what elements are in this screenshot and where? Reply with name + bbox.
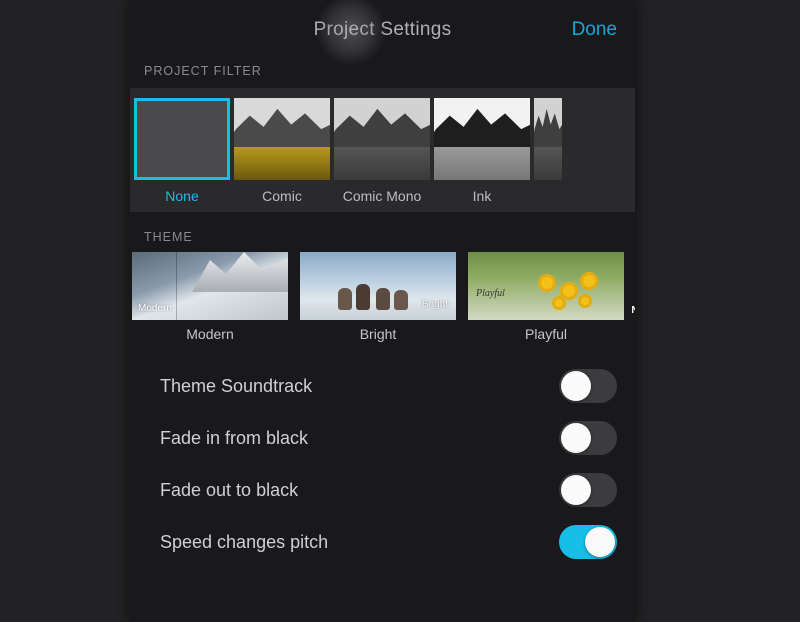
- toggle-row-theme-soundtrack: Theme Soundtrack: [160, 360, 617, 412]
- filter-thumb-comic-mono: [334, 98, 430, 180]
- switch-fade-in[interactable]: [559, 421, 617, 455]
- switch-speed-pitch[interactable]: [559, 525, 617, 559]
- toggle-label: Speed changes pitch: [160, 532, 328, 553]
- filter-item-comic-mono[interactable]: Comic Mono: [334, 98, 430, 204]
- filter-label: Ink: [473, 188, 492, 204]
- theme-label-text: Playful: [525, 326, 567, 342]
- theme-label: THEME: [130, 212, 635, 252]
- filter-item-ink[interactable]: Ink: [434, 98, 530, 204]
- theme-inlabel: Bright: [422, 299, 448, 310]
- filter-item-comic[interactable]: Comic: [234, 98, 330, 204]
- theme-thumb-bright: Bright: [300, 252, 456, 320]
- toggle-row-speed-pitch: Speed changes pitch: [160, 516, 617, 568]
- toggle-label: Fade out to black: [160, 480, 298, 501]
- theme-thumb-playful: Playful: [468, 252, 624, 320]
- filter-label: Comic: [262, 188, 302, 204]
- toggle-label: Theme Soundtrack: [160, 376, 312, 397]
- page-title: Project Settings: [314, 19, 452, 41]
- switch-fade-out[interactable]: [559, 473, 617, 507]
- filter-thumb-comic: [234, 98, 330, 180]
- theme-item-playful[interactable]: Playful Playful: [468, 252, 624, 342]
- filter-label: Comic Mono: [343, 188, 422, 204]
- theme-label-text: Bright: [360, 326, 397, 342]
- toggle-list: Theme Soundtrack Fade in from black Fade…: [130, 342, 635, 568]
- theme-item-bright[interactable]: Bright Bright: [300, 252, 456, 342]
- filter-item-none[interactable]: None: [134, 98, 230, 204]
- filter-item-overflow[interactable]: [534, 98, 562, 180]
- filter-thumb-none: [134, 98, 230, 180]
- settings-panel: Project Settings Done PROJECT FILTER Non…: [130, 0, 635, 622]
- toggle-row-fade-in: Fade in from black: [160, 412, 617, 464]
- theme-label-text: Modern: [186, 326, 233, 342]
- theme-inlabel: Modern: [138, 303, 172, 314]
- themes-row[interactable]: Modern Modern Bright Bright Playful P: [130, 252, 635, 342]
- filter-label: None: [165, 188, 198, 204]
- switch-theme-soundtrack[interactable]: [559, 369, 617, 403]
- filter-thumb-ink: [434, 98, 530, 180]
- filter-strip[interactable]: None Comic Comic Mono: [130, 88, 635, 212]
- toggle-row-fade-out: Fade out to black: [160, 464, 617, 516]
- theme-thumb-modern: Modern: [132, 252, 288, 320]
- toggle-label: Fade in from black: [160, 428, 308, 449]
- theme-item-modern[interactable]: Modern Modern: [132, 252, 288, 342]
- filters-row: None Comic Comic Mono: [130, 98, 635, 204]
- theme-inlabel: Playful: [476, 288, 505, 299]
- done-button[interactable]: Done: [572, 0, 617, 60]
- project-filter-label: PROJECT FILTER: [130, 60, 635, 88]
- header-bar: Project Settings Done: [130, 0, 635, 60]
